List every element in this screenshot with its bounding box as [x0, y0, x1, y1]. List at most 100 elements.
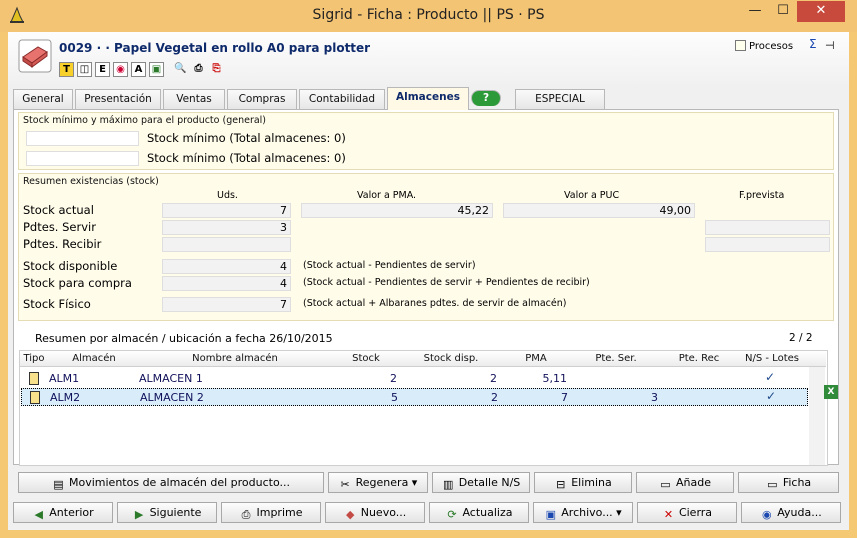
- stock-min-field-1[interactable]: [26, 131, 139, 146]
- anterior-button[interactable]: ◀ Anterior: [13, 502, 113, 523]
- col-pma[interactable]: PMA: [502, 353, 570, 364]
- col-pte-ser[interactable]: Pte. Ser.: [572, 353, 660, 364]
- close-window-button[interactable]: ✕: [797, 1, 845, 22]
- almacenes-panel: Stock mínimo y máximo para el producto (…: [13, 109, 839, 466]
- anade-button[interactable]: ▭ Añade: [636, 472, 734, 493]
- archivo-button[interactable]: ▣ Archivo... ▾: [533, 502, 633, 523]
- ficha-button[interactable]: ▭ Ficha: [738, 472, 839, 493]
- elimina-button[interactable]: ⊟ Elimina: [534, 472, 632, 493]
- ficha-label: Ficha: [782, 476, 812, 489]
- cierra-label: Cierra: [678, 506, 713, 519]
- tab-help[interactable]: ?: [471, 90, 501, 106]
- refresh-icon: ⟳: [447, 508, 457, 521]
- close-icon: ✕: [663, 508, 674, 521]
- nuevo-button[interactable]: ◆ Nuevo...: [325, 502, 425, 523]
- imprime-label: Imprime: [256, 506, 303, 519]
- text-icon[interactable]: T: [59, 62, 74, 77]
- minimize-button[interactable]: —: [741, 1, 769, 22]
- cell-stock: 2: [390, 372, 397, 385]
- pin-icon[interactable]: ⊣: [825, 39, 835, 52]
- grid-header: Tipo Almacén Nombre almacén Stock Stock …: [20, 351, 826, 367]
- pdf-icon[interactable]: ⎘: [209, 62, 224, 77]
- stock-disponible-uds: 4: [162, 259, 291, 274]
- product-title: 0029 · · Papel Vegetal en rollo A0 para …: [59, 41, 371, 55]
- detalle-ns-label: Detalle N/S: [458, 476, 521, 489]
- grid-title: Resumen por almacén / ubicación a fecha …: [35, 332, 333, 345]
- cell-pma: 7: [561, 391, 568, 404]
- eraser-icon: [18, 39, 52, 73]
- stock-fisico-uds: 7: [162, 297, 291, 312]
- edit-icon[interactable]: E: [95, 62, 110, 77]
- warehouse-icon: [30, 391, 40, 404]
- tab-presentacion[interactable]: Presentación: [75, 89, 161, 109]
- check-icon[interactable]: ✓: [765, 370, 775, 384]
- tab-especial[interactable]: ESPECIAL: [515, 89, 605, 109]
- window-client: 0029 · · Papel Vegetal en rollo A0 para …: [8, 32, 849, 530]
- stock-min-max-title: Stock mínimo y máximo para el producto (…: [23, 115, 267, 126]
- print-icon[interactable]: ⎙: [191, 62, 206, 77]
- tab-bar: General Presentación Ventas Compras Cont…: [13, 87, 843, 110]
- stock-min-label-1: Stock mínimo (Total almacenes: 0): [147, 131, 346, 145]
- nuevo-label: Nuevo...: [360, 506, 407, 519]
- cell-stock-disp: 2: [490, 372, 497, 385]
- stock-min-field-2[interactable]: [26, 151, 139, 166]
- detalle-ns-button[interactable]: ▥ Detalle N/S: [432, 472, 530, 493]
- pdtes-recibir-label: Pdtes. Recibir: [23, 237, 102, 251]
- cell-almacen: ALM1: [49, 372, 80, 385]
- cierra-button[interactable]: ✕ Cierra: [637, 502, 737, 523]
- resumen-existencias-title: Resumen existencias (stock): [23, 176, 159, 187]
- tab-contabilidad[interactable]: Contabilidad: [299, 89, 385, 109]
- tab-general[interactable]: General: [13, 89, 73, 109]
- anterior-label: Anterior: [49, 506, 94, 519]
- col-pte-rec[interactable]: Pte. Rec: [662, 353, 736, 364]
- pdtes-servir-uds: 3: [162, 220, 291, 235]
- col-nombre[interactable]: Nombre almacén: [140, 353, 330, 364]
- table-row-selected[interactable]: ALM2 ALMACEN 2 5 2 7 3 ✓: [21, 388, 808, 406]
- preview-icon[interactable]: 🔍: [173, 62, 188, 77]
- procesos-label: Procesos: [749, 41, 794, 52]
- tab-compras[interactable]: Compras: [227, 89, 297, 109]
- stock-para-compra-uds: 4: [162, 276, 291, 291]
- ayuda-button[interactable]: ◉ Ayuda...: [741, 502, 841, 523]
- excel-export-icon[interactable]: X: [824, 385, 838, 399]
- header-uds: Uds.: [217, 190, 238, 201]
- stock-actual-puc: 49,00: [503, 203, 695, 218]
- stock-fisico-note: (Stock actual + Albaranes pdtes. de serv…: [303, 298, 567, 309]
- siguiente-button[interactable]: ▶ Siguiente: [117, 502, 217, 523]
- table-row[interactable]: ALM1 ALMACEN 1 2 2 5,11 ✓: [21, 370, 808, 388]
- title-bar: Sigrid - Ficha : Producto || PS · PS — ☐…: [0, 0, 857, 32]
- add-icon: ▭: [660, 478, 671, 491]
- new-product-icon: ◆: [346, 508, 355, 521]
- col-almacen[interactable]: Almacén: [50, 353, 138, 364]
- actualiza-button[interactable]: ⟳ Actualiza: [429, 502, 529, 523]
- maximize-button[interactable]: ☐: [769, 1, 797, 22]
- sigma-icon[interactable]: Σ: [809, 37, 817, 51]
- color-icon[interactable]: ◉: [113, 62, 128, 77]
- col-ns-lotes[interactable]: N/S - Lotes: [738, 353, 806, 364]
- header-puc: Valor a PUC: [564, 190, 620, 201]
- stock-fisico-label: Stock Físico: [23, 297, 91, 311]
- imprime-button[interactable]: ⎙ Imprime: [221, 502, 321, 523]
- tab-ventas[interactable]: Ventas: [163, 89, 225, 109]
- window-title: Sigrid - Ficha : Producto || PS · PS: [312, 7, 545, 23]
- stock-min-max-section: Stock mínimo y máximo para el producto (…: [18, 112, 834, 170]
- procesos-button[interactable]: Procesos: [735, 40, 793, 52]
- label-icon[interactable]: A: [131, 62, 146, 77]
- delete-icon: ⊟: [556, 478, 566, 491]
- stock-actual-label: Stock actual: [23, 203, 94, 217]
- export-icon[interactable]: ▣: [149, 62, 164, 77]
- regenera-button[interactable]: ✂ Regenera ▾: [328, 472, 428, 493]
- cell-stock: 5: [391, 391, 398, 404]
- grid-scrollbar[interactable]: [809, 367, 825, 465]
- movimientos-button[interactable]: ▤ Movimientos de almacén del producto...: [18, 472, 324, 493]
- pdtes-servir-label: Pdtes. Servir: [23, 220, 96, 234]
- tab-almacenes[interactable]: Almacenes: [387, 87, 469, 110]
- note-icon[interactable]: ◫: [77, 62, 92, 77]
- ayuda-label: Ayuda...: [777, 506, 822, 519]
- col-stock[interactable]: Stock: [332, 353, 400, 364]
- check-icon[interactable]: ✓: [766, 389, 776, 403]
- col-stock-disp[interactable]: Stock disp.: [402, 353, 500, 364]
- stock-actual-uds: 7: [162, 203, 291, 218]
- col-tipo[interactable]: Tipo: [20, 353, 48, 364]
- almacen-grid: Tipo Almacén Nombre almacén Stock Stock …: [19, 350, 828, 466]
